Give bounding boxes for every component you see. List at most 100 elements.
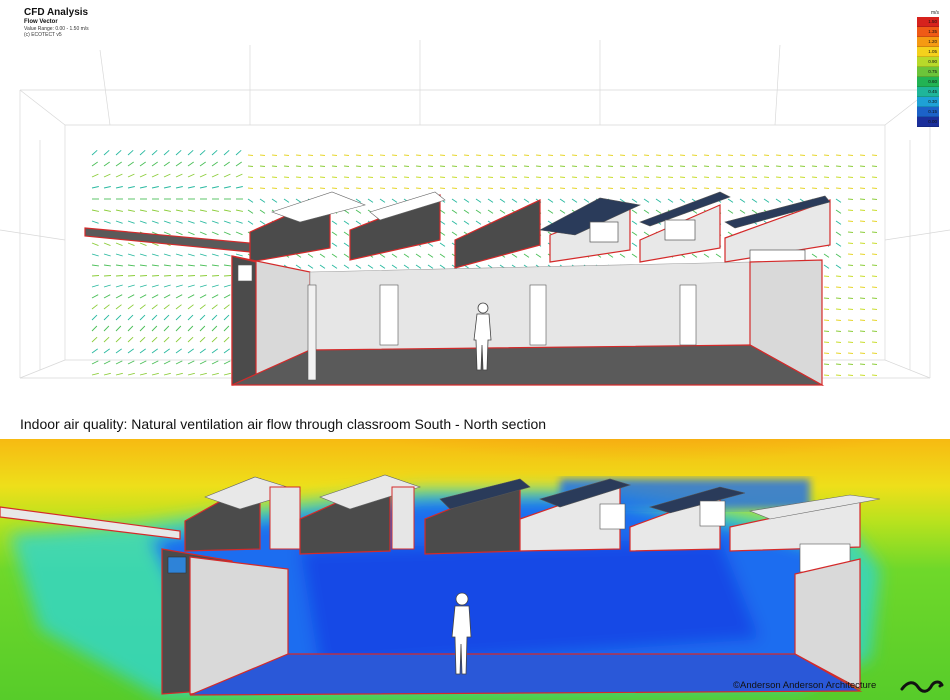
flow-vector-arrow bbox=[607, 187, 614, 189]
flow-vector-arrow bbox=[619, 165, 626, 167]
flow-vector-arrow bbox=[835, 330, 842, 332]
flow-vector-arrow bbox=[727, 209, 734, 214]
legend-entry: 0.90 bbox=[917, 57, 939, 67]
flow-vector-arrow bbox=[763, 154, 770, 156]
flow-vector-arrow bbox=[367, 187, 374, 189]
flow-vector-arrow bbox=[115, 372, 123, 376]
flow-vector-arrow bbox=[703, 176, 710, 178]
flow-vector-arrow bbox=[235, 186, 243, 189]
flow-vector-arrow bbox=[127, 275, 136, 277]
flow-vector-arrow bbox=[475, 154, 482, 156]
flow-vector-arrow bbox=[295, 253, 302, 258]
flow-vector-arrow bbox=[643, 154, 650, 156]
flow-vector-arrow bbox=[139, 149, 146, 156]
flow-vector-arrow bbox=[847, 374, 854, 376]
flow-vector-arrow bbox=[199, 284, 207, 288]
flow-vector-arrow bbox=[463, 187, 470, 189]
flow-vector-arrow bbox=[211, 209, 219, 212]
flow-vector-arrow bbox=[835, 187, 842, 189]
flow-vector-arrow bbox=[823, 275, 830, 277]
cfd-header: CFD Analysis Flow Vector Value Range: 0.… bbox=[24, 7, 89, 38]
flow-vector-arrow bbox=[283, 198, 290, 203]
flow-vector-arrow bbox=[247, 198, 254, 203]
flow-vector-arrow bbox=[355, 220, 362, 225]
flow-vector-arrow bbox=[691, 176, 698, 178]
flow-vector-arrow bbox=[103, 186, 111, 189]
flow-vector-arrow bbox=[175, 314, 182, 321]
flow-vector-arrow bbox=[127, 360, 135, 365]
flow-vector-arrow bbox=[91, 161, 98, 167]
flow-vector-arrow bbox=[187, 209, 195, 212]
flow-vector-arrow bbox=[175, 186, 183, 189]
flow-vector-arrow bbox=[355, 165, 362, 167]
flow-vector-arrow bbox=[463, 154, 470, 156]
flow-vector-arrow bbox=[151, 360, 159, 365]
flow-vector-arrow bbox=[235, 220, 243, 224]
legend-entry: 1.35 bbox=[917, 27, 939, 37]
flow-vector-arrow bbox=[223, 186, 231, 189]
flow-vector-arrow bbox=[187, 186, 195, 189]
flow-vector-arrow bbox=[535, 154, 542, 156]
flow-vector-arrow bbox=[799, 165, 806, 167]
flow-vector-arrow bbox=[643, 165, 650, 167]
flow-vector-arrow bbox=[535, 253, 542, 258]
flow-vector-arrow bbox=[655, 165, 662, 167]
flow-vector-arrow bbox=[871, 253, 878, 255]
flow-vector-arrow bbox=[487, 176, 494, 178]
velocity-contour-diagram bbox=[0, 439, 950, 700]
flow-vector-arrow bbox=[163, 284, 171, 288]
flow-vector-arrow bbox=[223, 173, 231, 178]
flow-vector-arrow bbox=[871, 352, 878, 354]
flow-vector-arrow bbox=[247, 220, 254, 225]
flow-vector-arrow bbox=[823, 352, 830, 354]
legend-entry: 0.60 bbox=[917, 77, 939, 87]
flow-vector-arrow bbox=[427, 165, 434, 167]
flow-vector-arrow bbox=[379, 154, 386, 156]
flow-vector-arrow bbox=[631, 187, 638, 189]
flow-vector-arrow bbox=[871, 231, 878, 233]
flow-vector-arrow bbox=[319, 154, 326, 156]
flow-vector-arrow bbox=[727, 154, 734, 156]
cfd-credit: (c) ECOTECT v5 bbox=[24, 32, 62, 38]
flow-vector-arrow bbox=[151, 304, 158, 310]
flow-vector-arrow bbox=[691, 187, 698, 189]
flow-vector-arrow bbox=[595, 176, 602, 178]
flow-vector-arrow bbox=[367, 264, 374, 269]
flow-vector-arrow bbox=[127, 348, 134, 354]
flow-vector-arrow bbox=[91, 304, 98, 310]
cfd-contour-panel bbox=[0, 439, 950, 700]
flow-vector-arrow bbox=[211, 161, 218, 167]
flow-vector-arrow bbox=[295, 154, 302, 156]
flow-vector-arrow bbox=[835, 275, 842, 277]
flow-vector-arrow bbox=[871, 154, 878, 156]
flow-vector-arrow bbox=[223, 325, 230, 332]
flow-vector-arrow bbox=[727, 187, 734, 189]
flow-vector-arrow bbox=[823, 308, 830, 310]
flow-vector-arrow bbox=[463, 176, 470, 178]
flow-vector-arrow bbox=[139, 275, 148, 277]
flow-vector-arrow bbox=[679, 176, 686, 178]
flow-vector-arrow bbox=[91, 253, 99, 257]
flow-vector-arrow bbox=[271, 154, 278, 156]
flow-vector-arrow bbox=[343, 187, 350, 189]
flow-vector-arrow bbox=[127, 161, 134, 167]
flow-vector-arrow bbox=[451, 154, 458, 156]
flow-vector-arrow bbox=[187, 336, 194, 343]
flow-vector-arrow bbox=[451, 176, 458, 178]
flow-vector-arrow bbox=[427, 253, 434, 258]
flow-vector-arrow bbox=[115, 220, 123, 224]
flow-vector-arrow bbox=[847, 363, 854, 365]
flow-vector-arrow bbox=[415, 176, 422, 178]
flow-vector-arrow bbox=[319, 253, 326, 258]
flow-vector-arrow bbox=[823, 374, 830, 376]
flow-vector-arrow bbox=[787, 154, 794, 156]
flow-vector-arrow bbox=[547, 165, 554, 167]
flow-vector-arrow bbox=[211, 220, 219, 224]
legend-entry: 1.50 bbox=[917, 17, 939, 27]
flow-vector-arrow bbox=[823, 297, 830, 299]
flow-vector-arrow bbox=[391, 198, 398, 203]
flow-vector-arrow bbox=[355, 154, 362, 156]
door bbox=[307, 284, 317, 381]
flow-vector-arrow bbox=[115, 275, 124, 277]
flow-vector-arrow bbox=[163, 253, 171, 257]
